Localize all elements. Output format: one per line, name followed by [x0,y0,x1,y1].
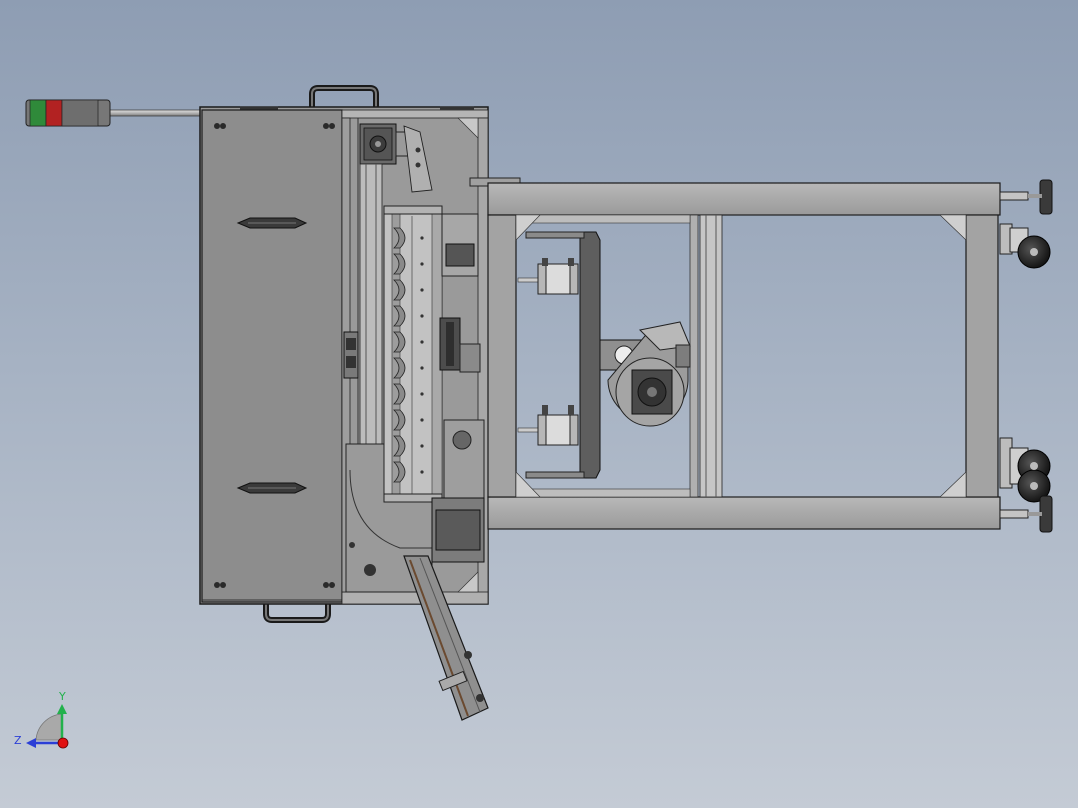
stack-light-green-segment [29,99,47,127]
frame-top-rail [487,182,1001,216]
bottom-handle [263,604,331,623]
magazine-rivet [420,314,424,318]
frame-bottom-rail [487,496,1001,530]
magazine-rivet [420,418,424,422]
leveling-foot-bottom [999,495,1053,533]
center-mechanism [439,213,485,501]
top-handle [309,85,379,108]
magazine-rivet [420,470,424,474]
pneumatic-cylinder-lower [517,405,579,446]
triad-y-label: Y [58,690,66,703]
rotary-actuator [599,321,691,427]
stack-light [25,99,203,127]
stack-light-rod [107,109,203,117]
door-vent-slot-top [236,217,308,229]
stack-light-grey-segment [61,99,99,127]
caster-wheel-bottom [999,437,1051,503]
magazine-rivet [420,444,424,448]
triad-z-label: Z [14,734,22,747]
orientation-triad: Y Z [14,690,69,749]
cad-viewport[interactable]: Y Z [0,0,1078,808]
frame-left-post [487,214,517,498]
triad-x-axis [57,737,69,749]
magazine-rivet [420,262,424,266]
magazine-rivet [420,366,424,370]
magazine-rivet [420,288,424,292]
stack-light-red-segment [45,99,63,127]
caster-wheel-top [999,223,1051,269]
door-vent-slot-bottom [236,482,308,494]
frame-right-post [965,214,999,498]
pneumatic-cylinder-upper [517,258,579,295]
magazine-rivet [420,392,424,396]
magazine-rivet [420,236,424,240]
cup-magazine [383,205,443,503]
magazine-rivet [420,340,424,344]
leveling-foot-top [999,179,1053,215]
cabinet-door-panel [201,109,343,603]
